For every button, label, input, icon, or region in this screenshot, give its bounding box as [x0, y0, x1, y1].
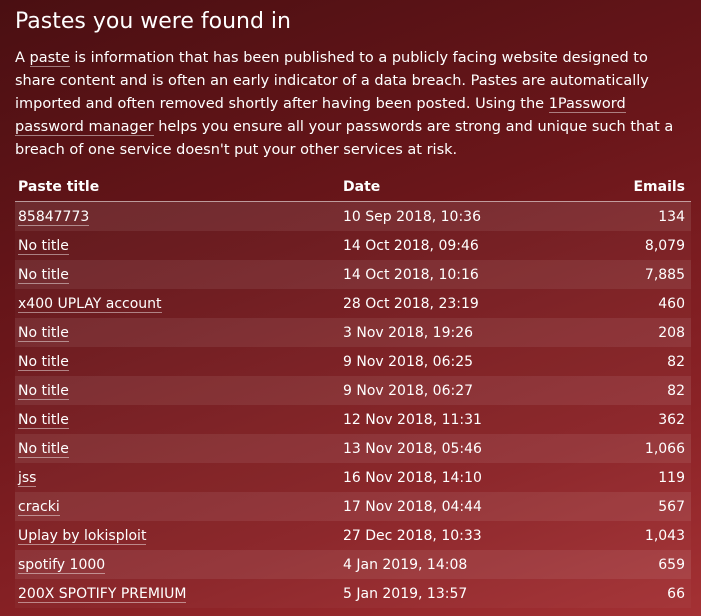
- table-row: No title 14 Oct 2018, 10:16 7,885: [15, 260, 691, 289]
- paste-title-link[interactable]: jss: [18, 469, 37, 487]
- paste-title-cell: 85847773: [15, 201, 340, 231]
- paste-title-cell: No title: [15, 347, 340, 376]
- paste-title-link[interactable]: No title: [18, 324, 69, 342]
- paste-emails-cell: 567: [591, 492, 691, 521]
- paste-date-cell: 17 Nov 2018, 04:44: [340, 492, 591, 521]
- paste-title-link[interactable]: No title: [18, 237, 69, 255]
- page-title: Pastes you were found in: [15, 9, 291, 34]
- table-row: jss 16 Nov 2018, 14:10 119: [15, 463, 691, 492]
- paste-date-cell: 9 Nov 2018, 06:27: [340, 376, 591, 405]
- paste-date-cell: 9 Nov 2018, 06:25: [340, 347, 591, 376]
- paste-date-cell: 12 Nov 2018, 11:31: [340, 405, 591, 434]
- table-row: No title 13 Nov 2018, 05:46 1,066: [15, 434, 691, 463]
- intro-text-1: A: [15, 50, 30, 66]
- paste-title-link[interactable]: 200X SPOTIFY PREMIUM: [18, 585, 187, 603]
- paste-emails-cell: 659: [591, 550, 691, 579]
- table-row: 85847773 10 Sep 2018, 10:36 134: [15, 201, 691, 231]
- table-row: Uplay by lokisploit 27 Dec 2018, 10:33 1,0…: [15, 521, 691, 550]
- table-row: spotify 1000 4 Jan 2019, 14:08 659: [15, 550, 691, 579]
- table-row: cracki 17 Nov 2018, 04:44 567: [15, 492, 691, 521]
- paste-definition-link[interactable]: paste: [29, 50, 70, 67]
- paste-title-cell: No title: [15, 231, 340, 260]
- paste-emails-cell: 82: [591, 376, 691, 405]
- paste-title-link[interactable]: x400 UPLAY account: [18, 295, 162, 313]
- table-row: No title 12 Nov 2018, 11:31 362: [15, 405, 691, 434]
- paste-title-link[interactable]: No title: [18, 382, 69, 400]
- paste-emails-cell: 208: [591, 318, 691, 347]
- pastes-section: Pastes you were found in A paste is info…: [15, 8, 691, 162]
- paste-date-cell: 3 Nov 2018, 19:26: [340, 318, 591, 347]
- paste-title-link[interactable]: Uplay by lokisploit: [18, 527, 147, 545]
- paste-title-link[interactable]: No title: [18, 353, 69, 371]
- paste-emails-cell: 362: [591, 405, 691, 434]
- intro-paragraph: A paste is information that has been pub…: [15, 47, 687, 162]
- table-row: x400 UPLAY account 28 Oct 2018, 23:19 460: [15, 289, 691, 318]
- paste-emails-cell: 82: [591, 347, 691, 376]
- paste-title-cell: No title: [15, 318, 340, 347]
- paste-title-cell: No title: [15, 434, 340, 463]
- paste-emails-cell: 66: [591, 579, 691, 608]
- paste-date-cell: 27 Dec 2018, 10:33: [340, 521, 591, 550]
- paste-date-cell: 10 Sep 2018, 10:36: [340, 201, 591, 231]
- table-row: 200X SPOTIFY PREMIUM 5 Jan 2019, 13:57 66: [15, 579, 691, 608]
- paste-title-cell: x400 UPLAY account: [15, 289, 340, 318]
- paste-title-cell: spotify 1000: [15, 550, 340, 579]
- paste-emails-cell: 1,043: [591, 521, 691, 550]
- paste-title-cell: jss: [15, 463, 340, 492]
- paste-date-cell: 14 Oct 2018, 10:16: [340, 260, 591, 289]
- paste-emails-cell: 1,066: [591, 434, 691, 463]
- paste-emails-cell: 119: [591, 463, 691, 492]
- paste-title-cell: No title: [15, 405, 340, 434]
- table-header-row: Paste title Date Emails: [15, 172, 691, 202]
- paste-title-link[interactable]: spotify 1000: [18, 556, 106, 574]
- table-row: No title 3 Nov 2018, 19:26 208: [15, 318, 691, 347]
- paste-title-cell: cracki: [15, 492, 340, 521]
- paste-date-cell: 4 Jan 2019, 14:08: [340, 550, 591, 579]
- paste-title-cell: No title: [15, 376, 340, 405]
- paste-title-link[interactable]: No title: [18, 411, 69, 429]
- paste-title-link[interactable]: No title: [18, 266, 69, 284]
- paste-date-cell: 28 Oct 2018, 23:19: [340, 289, 591, 318]
- paste-date-cell: 13 Nov 2018, 05:46: [340, 434, 591, 463]
- paste-title-link[interactable]: 85847773: [18, 208, 90, 226]
- paste-emails-cell: 460: [591, 289, 691, 318]
- pastes-table: Paste title Date Emails 85847773 10 Sep 2…: [15, 172, 691, 608]
- paste-title-cell: 200X SPOTIFY PREMIUM: [15, 579, 340, 608]
- paste-emails-cell: 134: [591, 201, 691, 231]
- header-date: Date: [340, 172, 591, 202]
- table-row: No title 9 Nov 2018, 06:27 82: [15, 376, 691, 405]
- header-emails: Emails: [591, 172, 691, 202]
- paste-title-link[interactable]: No title: [18, 440, 69, 458]
- table-row: No title 14 Oct 2018, 09:46 8,079: [15, 231, 691, 260]
- paste-title-cell: Uplay by lokisploit: [15, 521, 340, 550]
- paste-emails-cell: 8,079: [591, 231, 691, 260]
- paste-title-cell: No title: [15, 260, 340, 289]
- paste-date-cell: 16 Nov 2018, 14:10: [340, 463, 591, 492]
- header-paste-title: Paste title: [15, 172, 340, 202]
- paste-title-link[interactable]: cracki: [18, 498, 60, 516]
- table-row: No title 9 Nov 2018, 06:25 82: [15, 347, 691, 376]
- paste-date-cell: 5 Jan 2019, 13:57: [340, 579, 591, 608]
- paste-date-cell: 14 Oct 2018, 09:46: [340, 231, 591, 260]
- paste-emails-cell: 7,885: [591, 260, 691, 289]
